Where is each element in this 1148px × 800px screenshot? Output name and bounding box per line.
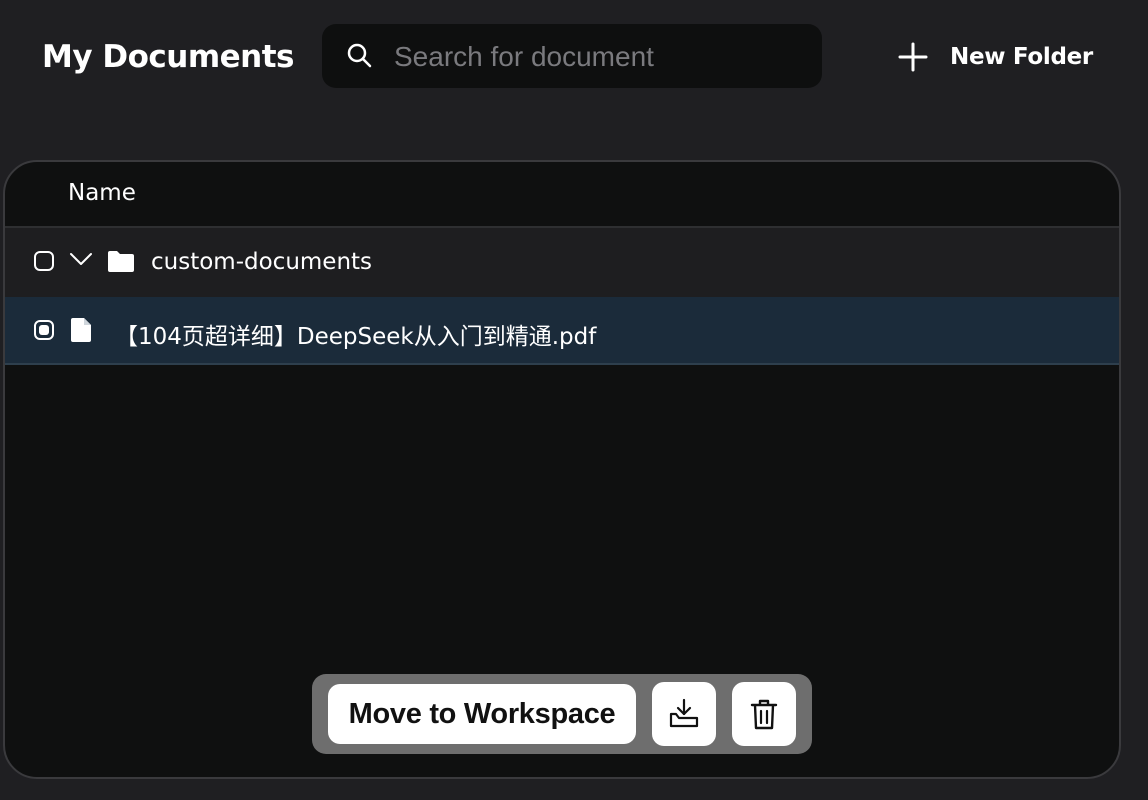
chevron-down-icon[interactable] <box>69 252 93 266</box>
folder-checkbox[interactable] <box>34 251 54 271</box>
trash-icon <box>750 699 778 730</box>
table-header: Name <box>5 162 1119 228</box>
new-folder-label: New Folder <box>950 44 1093 70</box>
embed-button[interactable] <box>652 682 716 746</box>
folder-name: custom-documents <box>151 249 373 275</box>
plus-icon <box>898 42 928 72</box>
delete-button[interactable] <box>732 682 796 746</box>
column-header-name[interactable]: Name <box>68 180 136 206</box>
table-row-file[interactable]: 【104页超详细】DeepSeek从入门到精通.pdf <box>5 297 1119 365</box>
file-name: 【104页超详细】DeepSeek从入门到精通.pdf <box>115 324 597 350</box>
folder-icon <box>108 251 134 272</box>
bulk-action-bar: Move to Workspace <box>312 674 812 754</box>
file-icon <box>71 318 91 342</box>
download-tray-icon <box>669 698 699 728</box>
new-folder-button[interactable]: New Folder <box>896 36 1093 78</box>
file-checkbox[interactable] <box>34 320 54 340</box>
move-to-workspace-button[interactable]: Move to Workspace <box>328 684 636 744</box>
documents-page: My Documents New Folder Name custom-docu… <box>0 0 1148 800</box>
search-icon <box>347 43 372 68</box>
table-row-folder[interactable]: custom-documents <box>5 228 1119 297</box>
page-title: My Documents <box>42 39 295 75</box>
search-input[interactable] <box>394 37 804 77</box>
